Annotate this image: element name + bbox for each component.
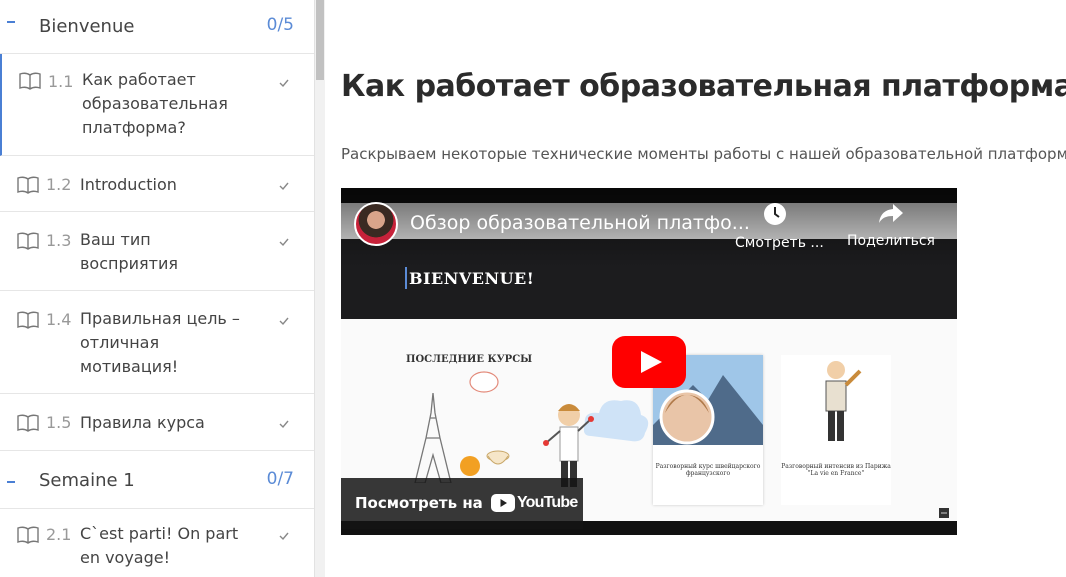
section-progress-count: 0/5 <box>266 15 294 35</box>
lesson-title: C`est parti! On part en voyage! <box>80 524 239 567</box>
watch-on-youtube-button[interactable]: Посмотреть на YouTube <box>341 478 583 529</box>
lesson-number: 1.2 <box>46 175 72 194</box>
book-icon <box>17 176 39 194</box>
check-icon <box>279 79 289 88</box>
share-arrow-icon <box>879 204 903 223</box>
watch-later-label: Смотреть ... <box>735 235 824 251</box>
collapse-icon[interactable] <box>7 481 15 483</box>
book-icon <box>17 414 39 432</box>
course-card-2: Разговорный интенсив из Парижа "La vie e… <box>781 355 891 505</box>
lesson-title: Introduction <box>80 175 177 194</box>
youtube-play-icon <box>491 494 515 512</box>
speech-bubble-illustration <box>469 371 499 393</box>
lesson-title: Правила курса <box>80 413 205 432</box>
lesson-item-1-4[interactable]: 1.4 Правильная цель – отличная мотивация… <box>0 291 314 394</box>
check-icon <box>279 182 289 191</box>
section-progress-count: 0/7 <box>266 469 294 489</box>
lesson-title: Ваш тип восприятия <box>80 230 178 273</box>
check-icon <box>279 532 289 541</box>
section-header-bienvenue[interactable]: Bienvenue 0/5 <box>0 0 314 54</box>
check-icon <box>279 238 289 247</box>
card-1-title: Разговорный курс швейцарского французско… <box>655 463 761 477</box>
share-button[interactable]: Поделиться <box>845 202 937 249</box>
coffee-cup-illustration <box>486 450 510 465</box>
lesson-number: 1.3 <box>46 231 72 250</box>
lesson-title: Правильная цель – отличная мотивация! <box>80 309 240 376</box>
lesson-item-2-1[interactable]: 2.1 C`est parti! On part en voyage! <box>0 509 314 577</box>
video-title[interactable]: Обзор образовательной платфо... <box>410 212 750 234</box>
lesson-description: Раскрываем некоторые технические моменты… <box>341 145 1066 163</box>
lesson-content: Как работает образовательная платформа? … <box>326 0 1066 577</box>
channel-avatar[interactable] <box>354 202 398 246</box>
sidebar-scrollbar[interactable] <box>315 0 325 577</box>
card-2-title: Разговорный интенсив из Парижа "La vie e… <box>781 463 891 477</box>
course-sidebar: Bienvenue 0/5 1.1 Как работает образоват… <box>0 0 315 577</box>
play-button[interactable] <box>612 336 686 388</box>
section-header-semaine-1[interactable]: Semaine 1 0/7 <box>0 451 314 509</box>
lesson-number: 1.4 <box>46 310 72 329</box>
eiffel-tower-illustration <box>414 393 452 483</box>
youtube-wordmark: YouTube <box>517 494 578 511</box>
book-icon <box>19 72 41 90</box>
lesson-number: 1.1 <box>48 72 74 91</box>
check-icon <box>279 317 289 326</box>
collapse-icon[interactable] <box>7 21 15 23</box>
watch-later-button[interactable]: Смотреть ... <box>735 202 824 251</box>
video-heading-bar <box>405 267 407 289</box>
clock-icon <box>764 203 786 225</box>
scrollbar-thumb[interactable] <box>316 0 324 80</box>
book-icon <box>17 311 39 329</box>
fullscreen-icon[interactable] <box>939 508 949 518</box>
lesson-number: 2.1 <box>46 525 72 544</box>
book-icon <box>17 526 39 544</box>
check-icon <box>279 420 289 429</box>
lesson-item-1-1[interactable]: 1.1 Как работает образовательная платфор… <box>0 54 314 156</box>
video-screen-heading: BIENVENUE! <box>409 269 535 288</box>
page-title: Как работает образовательная платформа? <box>341 69 1066 104</box>
lesson-item-1-2[interactable]: 1.2 Introduction <box>0 156 314 212</box>
lesson-item-1-5[interactable]: 1.5 Правила курса <box>0 394 314 451</box>
watch-on-label: Посмотреть на <box>355 494 483 512</box>
lesson-number: 1.5 <box>46 413 72 432</box>
lesson-item-1-3[interactable]: 1.3 Ваш тип восприятия <box>0 212 314 291</box>
book-icon <box>17 232 39 250</box>
orange-fruit-illustration <box>460 456 480 476</box>
lesson-title: Как работает образовательная платформа? <box>82 70 228 137</box>
share-label: Поделиться <box>847 233 935 249</box>
section-title: Bienvenue <box>39 16 135 37</box>
youtube-logo: YouTube <box>491 492 578 514</box>
section-title: Semaine 1 <box>39 470 135 491</box>
card-2-figure <box>825 361 862 441</box>
youtube-video-embed[interactable]: BIENVENUE! ПОСЛЕДНИЕ КУРСЫ Разговорный к… <box>341 188 957 535</box>
video-screen-subheading: ПОСЛЕДНИЕ КУРСЫ <box>406 354 533 365</box>
